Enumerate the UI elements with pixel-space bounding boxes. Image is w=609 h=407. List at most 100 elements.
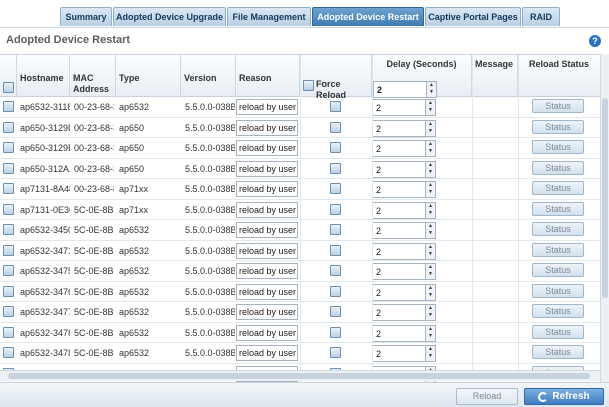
spin-down-icon[interactable]: ▼ bbox=[426, 271, 435, 278]
row-force-reload-checkbox[interactable] bbox=[330, 224, 341, 235]
row-reason-input[interactable]: reload by user bbox=[236, 181, 298, 197]
header-type[interactable]: Type bbox=[116, 55, 181, 97]
row-reason-input[interactable]: reload by user bbox=[236, 160, 298, 177]
row-status-button[interactable]: Status bbox=[532, 181, 584, 195]
row-select-checkbox[interactable] bbox=[3, 203, 14, 215]
row-select-checkbox[interactable] bbox=[3, 285, 14, 297]
row-force-reload-checkbox[interactable] bbox=[330, 162, 341, 174]
row-select-checkbox[interactable] bbox=[3, 101, 14, 112]
row-force-reload-checkbox[interactable] bbox=[330, 285, 341, 297]
row-status-button[interactable]: Status bbox=[532, 222, 584, 236]
row-select-checkbox[interactable] bbox=[3, 142, 14, 153]
spin-up-icon[interactable]: ▲ bbox=[426, 162, 435, 169]
row-select-checkbox[interactable] bbox=[3, 347, 14, 358]
spin-down-icon[interactable]: ▼ bbox=[426, 107, 435, 114]
header-version[interactable]: Version bbox=[181, 55, 236, 97]
row-status-button[interactable]: Status bbox=[532, 160, 584, 175]
row-reason-input[interactable]: reload by user bbox=[236, 99, 298, 115]
refresh-button[interactable]: Refresh bbox=[524, 388, 604, 405]
spin-up-icon[interactable]: ▲ bbox=[426, 223, 435, 230]
tab-raid[interactable]: RAID bbox=[522, 7, 560, 26]
row-status-button[interactable]: Status bbox=[532, 201, 584, 216]
row-delay-spin-buttons[interactable]: ▲▼ bbox=[425, 243, 435, 259]
row-delay-stepper[interactable]: 2 ▲▼ bbox=[372, 99, 436, 116]
row-delay-stepper[interactable]: 2 ▲▼ bbox=[372, 304, 436, 321]
spin-down-icon[interactable]: ▼ bbox=[426, 251, 435, 258]
row-reason-input[interactable]: reload by user bbox=[236, 140, 298, 156]
row-force-reload-checkbox[interactable] bbox=[330, 142, 341, 153]
row-status-button[interactable]: Status bbox=[532, 140, 584, 154]
row-delay-spin-buttons[interactable]: ▲▼ bbox=[425, 264, 435, 279]
select-all-checkbox[interactable] bbox=[3, 82, 14, 93]
tab-summary[interactable]: Summary bbox=[60, 7, 112, 26]
spin-down-icon[interactable]: ▼ bbox=[426, 169, 435, 176]
spin-down-icon[interactable]: ▼ bbox=[426, 210, 435, 217]
header-mac-address[interactable]: MAC Address bbox=[70, 55, 116, 97]
row-reason-input[interactable]: reload by user bbox=[236, 242, 298, 259]
delay-all-spin-buttons[interactable]: ▲ ▼ bbox=[426, 82, 436, 97]
row-reason-input[interactable]: reload by user bbox=[236, 345, 298, 361]
row-status-button[interactable]: Status bbox=[532, 283, 584, 298]
row-delay-spin-buttons[interactable]: ▲▼ bbox=[425, 325, 435, 341]
spin-down-icon[interactable]: ▼ bbox=[426, 189, 435, 196]
row-select-checkbox[interactable] bbox=[3, 326, 14, 338]
spin-up-icon[interactable]: ▲ bbox=[427, 82, 436, 89]
row-force-reload-checkbox[interactable] bbox=[330, 183, 341, 194]
row-delay-spin-buttons[interactable]: ▲▼ bbox=[425, 141, 435, 156]
spin-up-icon[interactable]: ▲ bbox=[426, 244, 435, 251]
row-delay-stepper[interactable]: 2 ▲▼ bbox=[372, 242, 436, 260]
row-delay-stepper[interactable]: 2 ▲▼ bbox=[372, 181, 436, 198]
spin-up-icon[interactable]: ▲ bbox=[426, 141, 435, 148]
row-force-reload-checkbox[interactable] bbox=[330, 121, 341, 133]
vertical-scroll-thumb[interactable] bbox=[602, 98, 608, 298]
row-delay-stepper[interactable]: 2 ▲▼ bbox=[372, 119, 436, 137]
spin-up-icon[interactable]: ▲ bbox=[426, 326, 435, 333]
delay-all-stepper[interactable]: 2 ▲ ▼ bbox=[373, 81, 437, 98]
row-delay-stepper[interactable]: 2 ▲▼ bbox=[372, 345, 436, 362]
row-delay-stepper[interactable]: 2 ▲▼ bbox=[372, 160, 436, 178]
row-delay-spin-buttons[interactable]: ▲▼ bbox=[425, 182, 435, 197]
spin-down-icon[interactable]: ▼ bbox=[426, 230, 435, 237]
row-select-checkbox[interactable] bbox=[3, 306, 14, 317]
spin-up-icon[interactable]: ▲ bbox=[426, 203, 435, 210]
row-select-checkbox[interactable] bbox=[3, 265, 14, 276]
row-status-button[interactable]: Status bbox=[532, 324, 584, 339]
row-reason-input[interactable]: reload by user bbox=[236, 201, 298, 218]
force-reload-all-checkbox[interactable] bbox=[303, 80, 314, 91]
spin-up-icon[interactable]: ▲ bbox=[426, 100, 435, 107]
tab-adopted-device-restart[interactable]: Adopted Device Restart bbox=[312, 7, 424, 26]
row-status-button[interactable]: Status bbox=[532, 304, 584, 318]
row-reason-input[interactable]: reload by user bbox=[236, 222, 298, 238]
spin-down-icon[interactable]: ▼ bbox=[426, 292, 435, 299]
row-delay-spin-buttons[interactable]: ▲▼ bbox=[425, 223, 435, 238]
row-force-reload-checkbox[interactable] bbox=[330, 326, 341, 338]
row-delay-spin-buttons[interactable]: ▲▼ bbox=[425, 120, 435, 136]
spin-down-icon[interactable]: ▼ bbox=[426, 353, 435, 360]
row-force-reload-checkbox[interactable] bbox=[330, 244, 341, 256]
spin-down-icon[interactable]: ▼ bbox=[427, 89, 436, 96]
horizontal-scroll-thumb[interactable] bbox=[8, 373, 590, 379]
row-select-checkbox[interactable] bbox=[3, 183, 14, 194]
tab-adopted-device-upgrade[interactable]: Adopted Device Upgrade bbox=[113, 7, 226, 26]
row-force-reload-checkbox[interactable] bbox=[330, 265, 341, 276]
row-delay-spin-buttons[interactable]: ▲▼ bbox=[425, 161, 435, 177]
row-delay-stepper[interactable]: 2 ▲▼ bbox=[372, 324, 436, 342]
reload-button[interactable]: Reload bbox=[456, 388, 518, 405]
spin-up-icon[interactable]: ▲ bbox=[426, 264, 435, 271]
header-reason[interactable]: Reason bbox=[236, 55, 300, 97]
row-delay-stepper[interactable]: 2 ▲▼ bbox=[372, 263, 436, 280]
spin-up-icon[interactable]: ▲ bbox=[426, 346, 435, 353]
row-delay-stepper[interactable]: 2 ▲▼ bbox=[372, 222, 436, 239]
row-delay-spin-buttons[interactable]: ▲▼ bbox=[425, 284, 435, 300]
row-force-reload-checkbox[interactable] bbox=[330, 101, 341, 112]
row-force-reload-checkbox[interactable] bbox=[330, 306, 341, 317]
row-delay-stepper[interactable]: 2 ▲▼ bbox=[372, 283, 436, 301]
row-status-button[interactable]: Status bbox=[532, 345, 584, 359]
spin-down-icon[interactable]: ▼ bbox=[426, 128, 435, 135]
spin-up-icon[interactable]: ▲ bbox=[426, 285, 435, 292]
tab-captive-portal-pages[interactable]: Captive Portal Pages bbox=[425, 7, 521, 26]
row-reason-input[interactable]: reload by user bbox=[236, 263, 298, 279]
header-message[interactable]: Message bbox=[472, 55, 518, 97]
row-select-checkbox[interactable] bbox=[3, 121, 14, 133]
spin-down-icon[interactable]: ▼ bbox=[426, 148, 435, 155]
